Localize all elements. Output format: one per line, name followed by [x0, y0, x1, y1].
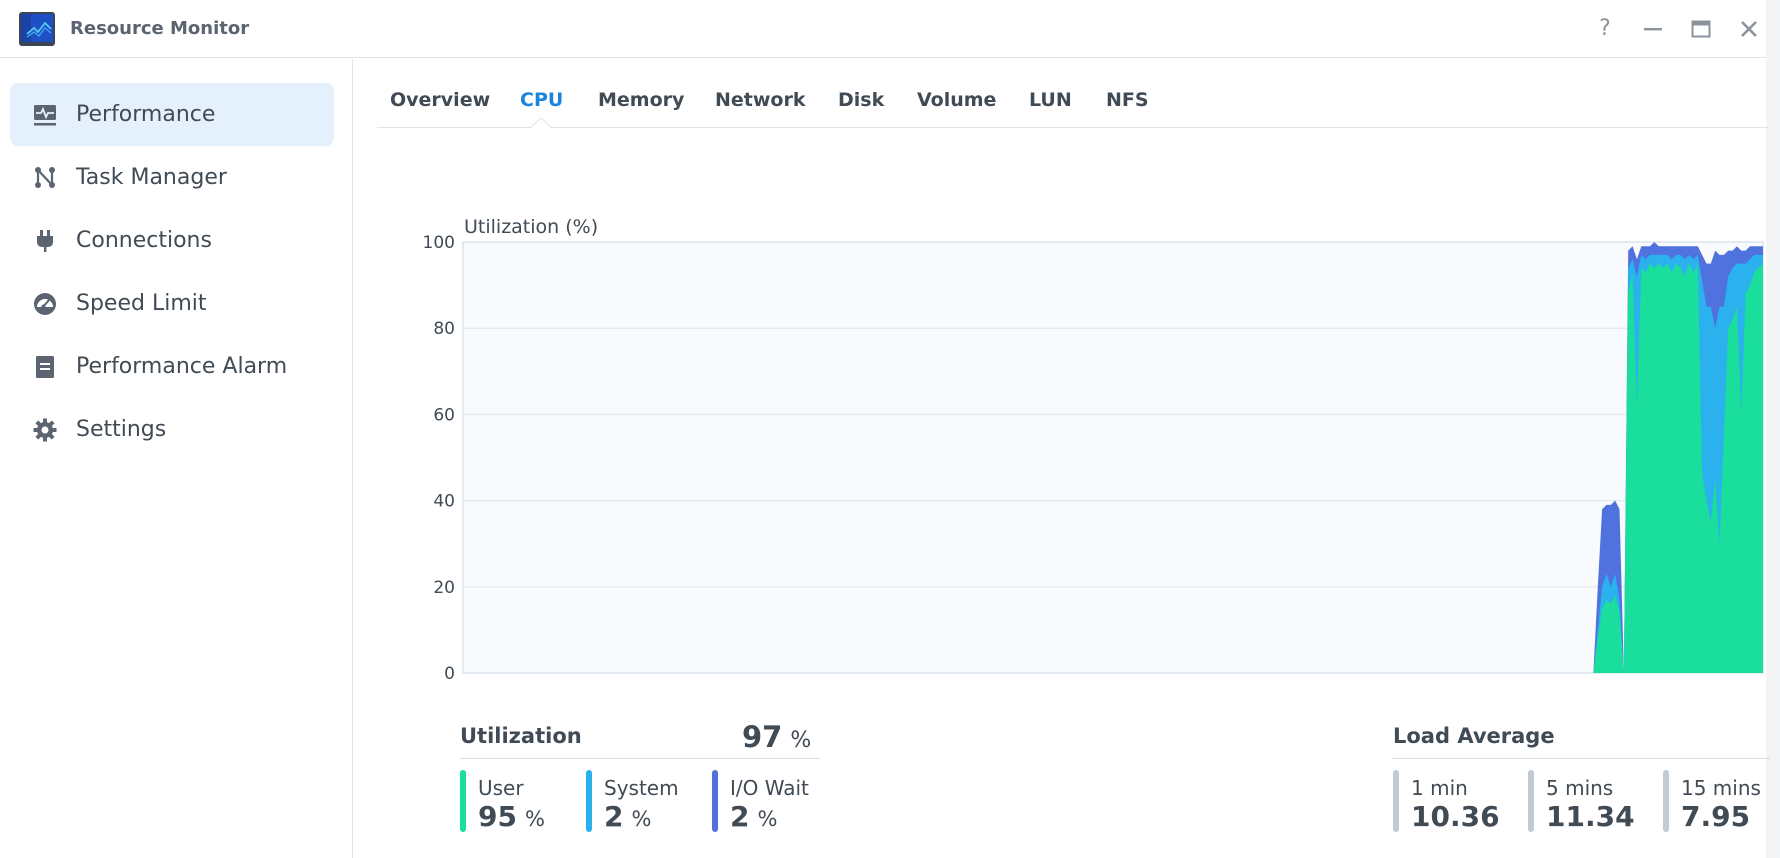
tab-lun[interactable]: LUN	[1029, 89, 1072, 111]
help-button[interactable]: ?	[1590, 14, 1620, 44]
metric-label: User	[478, 776, 524, 800]
active-tab-caret	[530, 118, 552, 130]
alarm-clipboard-icon	[32, 354, 58, 380]
sidebar-item-connections[interactable]: Connections	[10, 209, 334, 272]
close-button[interactable]	[1734, 14, 1764, 44]
maximize-icon	[1691, 20, 1711, 38]
y-tick-label: 20	[433, 578, 455, 598]
metric-value: 11.34	[1546, 800, 1635, 833]
user-color-bar	[460, 770, 466, 832]
utilization-total: 97%	[742, 720, 811, 754]
y-tick-label: 60	[433, 405, 455, 425]
sidebar-item-settings[interactable]: Settings	[10, 398, 334, 461]
utilization-total-value: 97	[742, 720, 783, 754]
y-tick-label: 40	[433, 492, 455, 512]
tab-network[interactable]: Network	[715, 89, 805, 111]
metric-label: I/O Wait	[730, 776, 809, 800]
help-icon: ?	[1599, 16, 1611, 41]
y-tick-label: 80	[433, 319, 455, 339]
tab-volume[interactable]: Volume	[917, 89, 996, 111]
user-unit: %	[524, 807, 545, 831]
tab-nfs[interactable]: NFS	[1106, 89, 1149, 111]
gauge-icon	[32, 291, 58, 317]
metric-label: 5 mins	[1546, 776, 1614, 800]
cpu-utilization-chart: Utilization (%) 0 20 40 60 80 100	[423, 216, 1764, 684]
iowait-color-bar	[712, 770, 718, 832]
tab-bar: Overview CPU Memory Network Disk Volume …	[377, 78, 1769, 128]
sidebar-item-label: Performance Alarm	[76, 354, 288, 379]
load-bar	[1663, 770, 1669, 832]
sidebar-item-label: Settings	[76, 417, 167, 442]
system-unit: %	[631, 807, 652, 831]
sidebar-item-label: Task Manager	[76, 165, 227, 190]
sidebar-item-speed-limit[interactable]: Speed Limit	[10, 272, 334, 335]
window-title: Resource Monitor	[70, 18, 250, 39]
metric-value: 2%	[730, 800, 777, 833]
utilization-divider	[460, 758, 820, 759]
system-color-bar	[586, 770, 592, 832]
iowait-unit: %	[757, 807, 778, 831]
y-tick-label: 100	[423, 233, 455, 253]
sidebar-item-label: Speed Limit	[76, 291, 207, 316]
gear-icon	[32, 417, 58, 443]
metric-label: 15 mins	[1681, 776, 1761, 800]
tab-cpu[interactable]: CPU	[520, 89, 563, 111]
metric-label: 1 min	[1411, 776, 1468, 800]
sidebar-item-task-manager[interactable]: Task Manager	[10, 146, 334, 209]
metric-value: 10.36	[1411, 800, 1500, 833]
close-icon	[1741, 21, 1757, 37]
sidebar-item-performance-alarm[interactable]: Performance Alarm	[10, 335, 334, 398]
load-average-divider	[1392, 758, 1770, 759]
system-value: 2	[604, 800, 624, 833]
metric-label: System	[604, 776, 679, 800]
task-manager-icon	[32, 165, 58, 191]
plug-icon	[32, 228, 58, 254]
title-bar: Resource Monitor ?	[0, 0, 1768, 58]
load-bar	[1528, 770, 1534, 832]
utilization-title: Utilization	[460, 724, 582, 748]
user-value: 95	[478, 800, 517, 833]
metric-value: 2%	[604, 800, 651, 833]
metric-value: 7.95	[1681, 800, 1751, 833]
maximize-button[interactable]	[1686, 14, 1716, 44]
minimize-icon	[1644, 28, 1662, 31]
tab-overview[interactable]: Overview	[390, 89, 490, 111]
tab-memory[interactable]: Memory	[598, 89, 684, 111]
load-average-title: Load Average	[1393, 724, 1555, 748]
sidebar-item-label: Performance	[76, 102, 216, 127]
chart-title: Utilization (%)	[464, 216, 598, 238]
utilization-total-unit: %	[790, 728, 812, 753]
load-bar	[1393, 770, 1399, 832]
sidebar-item-label: Connections	[76, 228, 212, 253]
sidebar-item-performance[interactable]: Performance	[10, 83, 334, 146]
plot-area	[462, 241, 1764, 674]
tab-disk[interactable]: Disk	[838, 89, 884, 111]
sidebar: Performance Task Manager Connections Spe…	[0, 59, 353, 858]
performance-icon	[32, 102, 58, 128]
resource-monitor-app-icon	[19, 12, 55, 46]
minimize-button[interactable]	[1638, 14, 1668, 44]
metric-value: 95%	[478, 800, 545, 833]
y-tick-label: 0	[444, 664, 455, 684]
iowait-value: 2	[730, 800, 750, 833]
